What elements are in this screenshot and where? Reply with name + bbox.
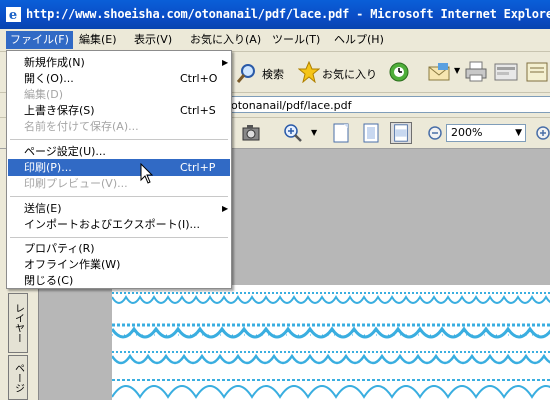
zoom-tool-dropdown-icon[interactable]: ▼ [311,128,317,137]
window-title: http://www.shoeisha.com/otonanail/pdf/la… [26,7,550,21]
menu-separator [10,139,228,140]
snapshot-icon[interactable] [240,122,262,144]
menu-item-label: 閉じる(C) [24,274,74,287]
menu-help[interactable]: ヘルプ(H) [330,31,388,49]
menu-separator [10,196,228,197]
menu-item-label: 開く(O)... [24,72,74,85]
svg-text:e: e [9,8,17,22]
menu-item-label: 印刷プレビュー(V)... [24,177,128,190]
menu-edit[interactable]: 編集(E) [75,31,121,49]
tab-pages[interactable]: ページ [8,355,28,400]
menu-item-label: 送信(E) [24,202,62,215]
internet-explorer-icon: e [6,7,21,22]
tab-layers[interactable]: レイヤー [8,293,28,353]
menu-item-shortcut: Ctrl+P [180,161,216,174]
menu-item-import-export[interactable]: インポートおよびエクスポート(I)... [8,216,230,233]
mail-dropdown-icon[interactable]: ▼ [454,66,460,75]
fit-page-icon[interactable] [360,122,382,144]
menu-bar: ファイル(F) 編集(E) 表示(V) お気に入り(A) ツール(T) ヘルプ(… [0,29,550,52]
menu-item-work-offline[interactable]: オフライン作業(W) [8,256,230,273]
zoom-level-value: 200% [451,126,483,139]
menu-item-send[interactable]: 送信(E) ▶ [8,200,230,217]
submenu-arrow-icon: ▶ [222,204,229,213]
search-button[interactable]: 検索 [262,66,284,82]
menu-item-page-setup[interactable]: ページ設定(U)... [8,143,230,160]
menu-item-label: 印刷(P)... [24,161,72,174]
title-bar: e http://www.shoeisha.com/otonanail/pdf/… [0,0,550,29]
submenu-arrow-icon: ▶ [222,58,229,67]
menu-separator [10,237,228,238]
menu-item-close[interactable]: 閉じる(C) [8,272,230,289]
menu-item-properties[interactable]: プロパティ(R) [8,240,230,257]
menu-item-label: 編集(D) [24,88,64,101]
fit-width-icon[interactable] [390,122,412,144]
menu-item-save[interactable]: 上書き保存(S) Ctrl+S [8,102,230,119]
mail-icon[interactable] [428,62,452,82]
tab-pages-label: ページ [12,362,24,393]
actual-size-icon[interactable] [330,122,352,144]
menu-item-open[interactable]: 開く(O)... Ctrl+O [8,70,230,87]
menu-item-shortcut: Ctrl+S [180,104,216,117]
menu-view[interactable]: 表示(V) [130,31,176,49]
zoom-in-plus-icon[interactable] [532,122,550,144]
lace-border-pattern [112,379,550,399]
favorites-button[interactable]: お気に入り [322,66,377,82]
print-icon[interactable] [464,61,488,83]
menu-file[interactable]: ファイル(F) [6,31,73,49]
menu-tools[interactable]: ツール(T) [268,31,324,49]
history-icon[interactable] [388,61,410,83]
zoom-in-icon[interactable] [282,122,304,144]
menu-item-label: オフライン作業(W) [24,258,121,271]
menu-item-label: プロパティ(R) [24,242,95,255]
tab-layers-label: レイヤー [12,303,24,343]
discuss-icon[interactable] [526,61,548,83]
mouse-cursor-icon [140,163,154,184]
menu-item-print-preview[interactable]: 印刷プレビュー(V)... [8,175,230,192]
edit-icon[interactable] [494,62,518,82]
favorites-star-icon[interactable] [298,61,320,83]
menu-item-save-as[interactable]: 名前を付けて保存(A)... [8,118,230,135]
zoom-level-select[interactable]: 200% ▼ [446,124,526,142]
menu-item-label: インポートおよびエクスポート(I)... [24,218,200,231]
menu-item-print[interactable]: 印刷(P)... Ctrl+P [8,159,230,176]
menu-item-new[interactable]: 新規作成(N) ▶ [8,54,230,71]
menu-item-label: 上書き保存(S) [24,104,95,117]
menu-item-label: ページ設定(U)... [24,145,106,158]
menu-favorites[interactable]: お気に入り(A) [186,31,265,49]
address-input[interactable]: otonanail/pdf/lace.pdf [226,96,550,113]
pdf-page [112,285,550,400]
file-menu-dropdown: 新規作成(N) ▶ 開く(O)... Ctrl+O 編集(D) 上書き保存(S)… [6,50,232,289]
lace-border-pattern [112,351,550,365]
zoom-out-icon[interactable] [424,122,446,144]
menu-item-edit[interactable]: 編集(D) [8,86,230,103]
menu-item-shortcut: Ctrl+O [180,72,218,85]
chevron-down-icon: ▼ [515,128,522,138]
menu-item-label: 新規作成(N) [24,56,85,69]
search-icon[interactable] [236,62,258,84]
menu-item-label: 名前を付けて保存(A)... [24,120,139,133]
lace-border-pattern [112,292,550,304]
lace-border-pattern [112,323,550,339]
